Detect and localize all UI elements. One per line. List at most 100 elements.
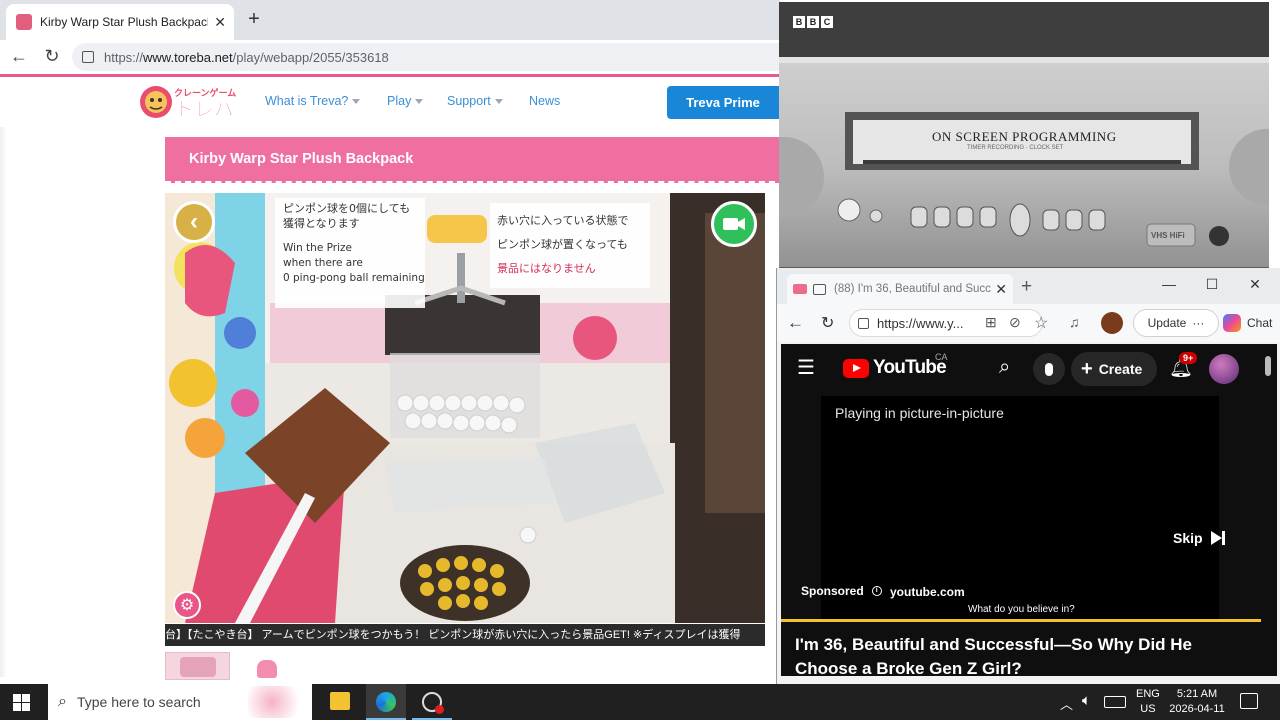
address-bar[interactable]: https://www.toreba.net/play/webapp/2055/… (72, 43, 780, 71)
taskbar-search-box[interactable]: ⌕ Type here to search (48, 684, 312, 720)
youtube-header: ☰ YouTube CA ⌕ + Create 🔔︎ 9+ (781, 344, 1261, 394)
chevron-down-icon (352, 99, 361, 105)
bbc-letter: B (807, 16, 819, 28)
clock[interactable]: 5:21 AM 2026-04-11 (1168, 687, 1226, 717)
youtube-logo-icon[interactable] (843, 359, 869, 378)
youtube-page: ☰ YouTube CA ⌕ + Create 🔔︎ 9+ Playing in … (781, 344, 1261, 676)
bbc-logo: B B C (793, 16, 833, 28)
nav-support[interactable]: Support (447, 94, 503, 108)
tab-youtube[interactable]: (88) I'm 36, Beautiful and Succ ✕ (787, 274, 1013, 304)
sign-line: ピンポン球を0個にしても (283, 202, 411, 215)
nav-news[interactable]: News (529, 94, 560, 108)
chat-label: Chat (1247, 316, 1273, 330)
maximize-icon[interactable]: ☐ (1202, 276, 1222, 293)
tab-kirby-backpack[interactable]: Kirby Warp Star Plush Backpack | C ✕ (6, 4, 234, 40)
tab-title: (88) I'm 36, Beautiful and Succ (834, 283, 991, 295)
notification-count-badge: 9+ (1179, 352, 1198, 364)
menu-icon[interactable]: ☰ (797, 358, 815, 378)
search-highlight-image (248, 686, 308, 718)
region-code: US (1140, 703, 1156, 715)
windows-start-icon[interactable] (13, 694, 30, 711)
hidden-icons-chevron-icon[interactable]: ︿ (1060, 694, 1073, 713)
keyboard-icon[interactable] (1104, 696, 1126, 708)
back-button[interactable]: ← (7, 46, 31, 68)
sponsor-domain[interactable]: youtube.com (890, 585, 965, 599)
ad-progress-bar (781, 619, 1261, 622)
site-info-icon[interactable] (858, 317, 869, 329)
svg-text:トレバ: トレバ (174, 97, 234, 121)
skip-next-icon (1210, 531, 1225, 545)
url-host: www.toreba.net (143, 49, 233, 65)
voice-search-icon[interactable] (1033, 353, 1065, 385)
clock-date: 2026-04-11 (1169, 703, 1225, 715)
reload-button[interactable]: ↻ (821, 313, 834, 333)
prize-thumbnail[interactable] (165, 652, 230, 680)
volume-icon[interactable]: 🔈︎ (1082, 692, 1091, 709)
sign-line: when there are (283, 257, 363, 269)
search-icon: ⌕ (58, 693, 67, 710)
treva-prime-button[interactable]: Treva Prime (667, 86, 780, 119)
sign-line: 獲得となります (283, 217, 360, 230)
video-player[interactable]: Playing in picture-in-picture Skip Spons… (801, 396, 1225, 620)
copilot-icon (1223, 314, 1241, 332)
site-info-icon[interactable] (82, 51, 94, 63)
back-button[interactable]: ← (787, 313, 804, 333)
bbc-picture-in-picture[interactable]: B B C ON SCREEN PROGRAMMING TIMER RECORD… (779, 2, 1269, 274)
tracking-prevention-icon[interactable]: ⊘ (1009, 314, 1021, 331)
country-code: CA (935, 352, 948, 362)
nav-play[interactable]: Play (387, 94, 424, 108)
chevron-down-icon (494, 99, 503, 105)
back-arrow-icon[interactable]: ‹ (173, 201, 215, 243)
settings-gear-icon[interactable]: ⚙ (173, 591, 201, 619)
close-window-icon[interactable]: ✕ (1245, 276, 1265, 293)
close-tab-icon[interactable]: ✕ (214, 14, 226, 31)
account-avatar[interactable] (1209, 354, 1239, 384)
treva-logo[interactable]: クレーンゲーム トレバ (138, 83, 242, 121)
search-icon[interactable]: ⌕ (999, 356, 1010, 379)
notifications-icon[interactable] (1240, 693, 1258, 709)
scrollbar-thumb[interactable] (1265, 356, 1271, 376)
vcr-panel-sublabel: TIMER RECORDING · CLOCK SET (967, 145, 1064, 151)
update-button[interactable]: Update ··· (1133, 309, 1219, 337)
url-path: /play/webapp/2055/353618 (232, 49, 389, 65)
new-tab-button[interactable]: + (242, 8, 266, 32)
tab-actions-icon[interactable] (813, 283, 826, 295)
file-explorer-icon[interactable] (330, 692, 350, 710)
sign-left: ピンポン球を0個にしても 獲得となります Win the Prize when … (283, 201, 425, 286)
new-tab-button[interactable]: + (1021, 276, 1032, 298)
kirby-icon (257, 660, 277, 678)
video-title[interactable]: I'm 36, Beautiful and Successful—So Why … (795, 633, 1251, 676)
tab-title: Kirby Warp Star Plush Backpack | C (40, 15, 209, 29)
update-label: Update (1147, 316, 1187, 330)
edge-taskbar-button[interactable] (366, 684, 406, 720)
bbc-letter: B (793, 16, 805, 28)
app-taskbar-button[interactable] (412, 684, 452, 720)
reload-button[interactable]: ↻ (40, 46, 64, 68)
skip-ad-button[interactable]: Skip (1173, 530, 1225, 546)
taskbar: ⌕ Type here to search ︿ 🔈︎ ENG US 5:21 A… (0, 684, 1280, 720)
claw-machine-live-feed: ピンポン球を0個にしても 獲得となります Win the Prize when … (165, 193, 765, 623)
create-label: Create (1098, 361, 1143, 377)
youtube-favicon-icon (793, 284, 807, 294)
nav-label: News (529, 94, 561, 108)
minimize-icon[interactable]: — (1159, 276, 1179, 292)
clock-app-icon (422, 692, 444, 714)
sign-line: Win the Prize (283, 242, 352, 254)
page-scrollbar[interactable] (1261, 344, 1277, 676)
copilot-chat-button[interactable]: Chat (1223, 309, 1280, 337)
vcr-panel-label: ON SCREEN PROGRAMMING (932, 129, 1117, 144)
url-prefix: https:// (104, 49, 144, 65)
create-button[interactable]: + Create (1071, 352, 1157, 386)
info-icon[interactable]: i (871, 586, 882, 596)
nav-what-is-treva[interactable]: What is Treva? (265, 94, 361, 108)
camera-switch-icon[interactable] (711, 201, 757, 247)
close-tab-icon[interactable]: ✕ (995, 281, 1007, 298)
favorite-star-icon[interactable]: ☆ (1034, 313, 1048, 333)
media-control-icon[interactable]: ♫ (1069, 314, 1080, 330)
left-browser-window: Kirby Warp Star Plush Backpack | C ✕ + ←… (0, 0, 780, 684)
nav-label: What is Treva? (265, 94, 349, 108)
app-available-icon[interactable]: ⊞ (985, 314, 997, 331)
profile-avatar[interactable] (1101, 312, 1123, 334)
sponsored-text: Sponsored (801, 584, 864, 598)
language-indicator[interactable]: ENG US (1136, 687, 1160, 717)
